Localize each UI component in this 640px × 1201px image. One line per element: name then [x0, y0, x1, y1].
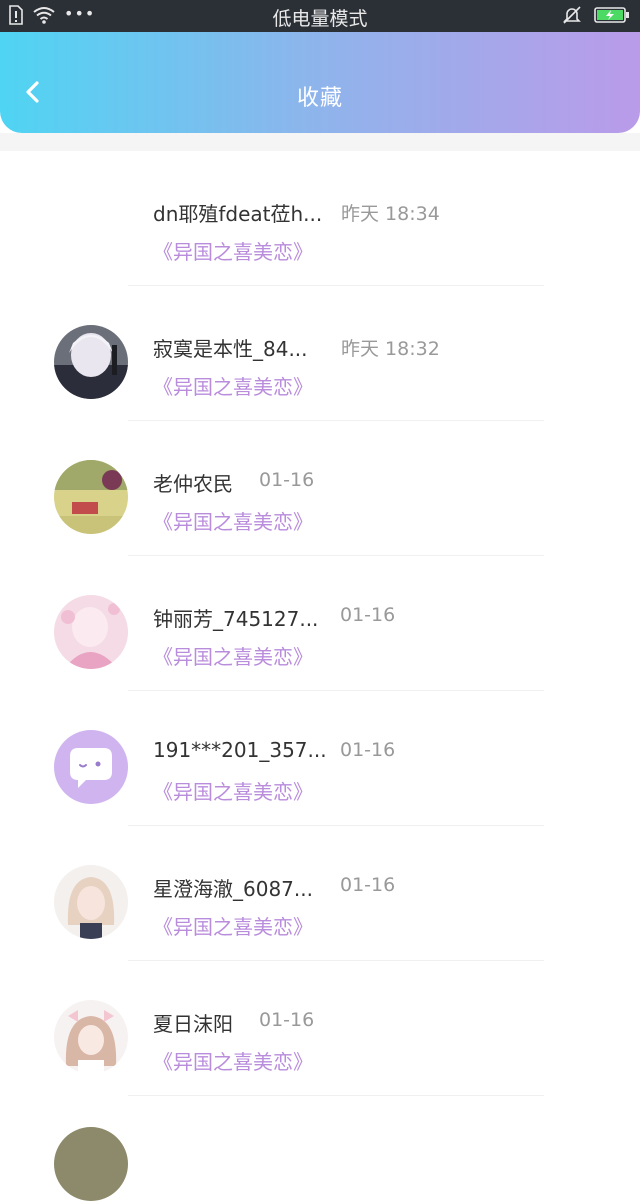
book-title-link[interactable]: 《异国之喜美恋》 [153, 506, 313, 535]
timestamp: 01-16 [259, 1009, 315, 1031]
book-title-link[interactable]: 《异国之喜美恋》 [153, 911, 313, 940]
list-item[interactable]: 191***201_357... 01-16 《异国之喜美恋》 [0, 691, 640, 826]
list-item[interactable]: 钟丽芳_745127... 01-16 《异国之喜美恋》 [0, 556, 640, 691]
user-name: 191***201_357... [153, 738, 327, 762]
partial-avatar-icon [54, 1127, 128, 1201]
timestamp: 01-16 [259, 469, 315, 491]
pink-anime-avatar-icon [54, 595, 128, 669]
avatar[interactable] [54, 1000, 128, 1074]
anime-girl-avatar-icon [54, 865, 128, 939]
status-bar: ••• 低电量模式 [0, 0, 640, 32]
book-title-link[interactable]: 《异国之喜美恋》 [153, 236, 313, 265]
battery-charging-icon [594, 7, 629, 23]
avatar[interactable] [54, 1127, 128, 1201]
avatar[interactable] [54, 325, 128, 399]
page-title: 收藏 [296, 86, 343, 111]
timestamp: 01-16 [340, 874, 396, 896]
user-name: 夏日沫阳 [153, 1012, 233, 1036]
user-name: dn耶殖fdeat莅h... [153, 202, 323, 226]
timestamp: 01-16 [340, 604, 396, 626]
timestamp: 昨天 18:34 [341, 203, 440, 225]
mute-bell-icon [563, 6, 581, 24]
avatar[interactable] [54, 595, 128, 669]
book-title-link[interactable]: 《异国之喜美恋》 [153, 776, 313, 805]
avatar[interactable] [54, 730, 128, 804]
favorites-list: dn耶殖fdeat莅h... 昨天 18:34 《异国之喜美恋》 寂寞是本性_8… [0, 151, 640, 1201]
book-title-link[interactable]: 《异国之喜美恋》 [153, 371, 313, 400]
user-name: 老仲农民 [153, 472, 233, 496]
avatar[interactable] [54, 865, 128, 939]
top-nav-bar: 收藏 [0, 32, 640, 133]
user-name: 钟丽芳_745127... [153, 607, 319, 631]
scene-avatar-icon [54, 460, 128, 534]
status-right-icons [562, 5, 630, 25]
list-item[interactable] [0, 1096, 640, 1201]
list-item[interactable]: dn耶殖fdeat莅h... 昨天 18:34 《异国之喜美恋》 [0, 151, 640, 286]
list-item[interactable]: 老仲农民 01-16 《异国之喜美恋》 [0, 421, 640, 556]
timestamp: 01-16 [340, 739, 396, 761]
list-item[interactable]: 寂寞是本性_84... 昨天 18:32 《异国之喜美恋》 [0, 286, 640, 421]
header-divider [0, 133, 640, 151]
timestamp: 昨天 18:32 [341, 338, 440, 360]
anime-boy-avatar-icon [54, 325, 128, 399]
status-bar-title: 低电量模式 [272, 8, 368, 30]
avatar[interactable] [54, 460, 128, 534]
book-title-link[interactable]: 《异国之喜美恋》 [153, 1046, 313, 1075]
book-title-link[interactable]: 《异国之喜美恋》 [153, 641, 313, 670]
user-name: 星澄海澈_6087... [153, 877, 313, 901]
default-chat-avatar-icon [54, 730, 128, 804]
anime-girl-bow-avatar-icon [54, 1000, 128, 1074]
list-item[interactable]: 夏日沫阳 01-16 《异国之喜美恋》 [0, 961, 640, 1096]
user-name: 寂寞是本性_84... [153, 337, 308, 361]
list-item[interactable]: 星澄海澈_6087... 01-16 《异国之喜美恋》 [0, 826, 640, 961]
